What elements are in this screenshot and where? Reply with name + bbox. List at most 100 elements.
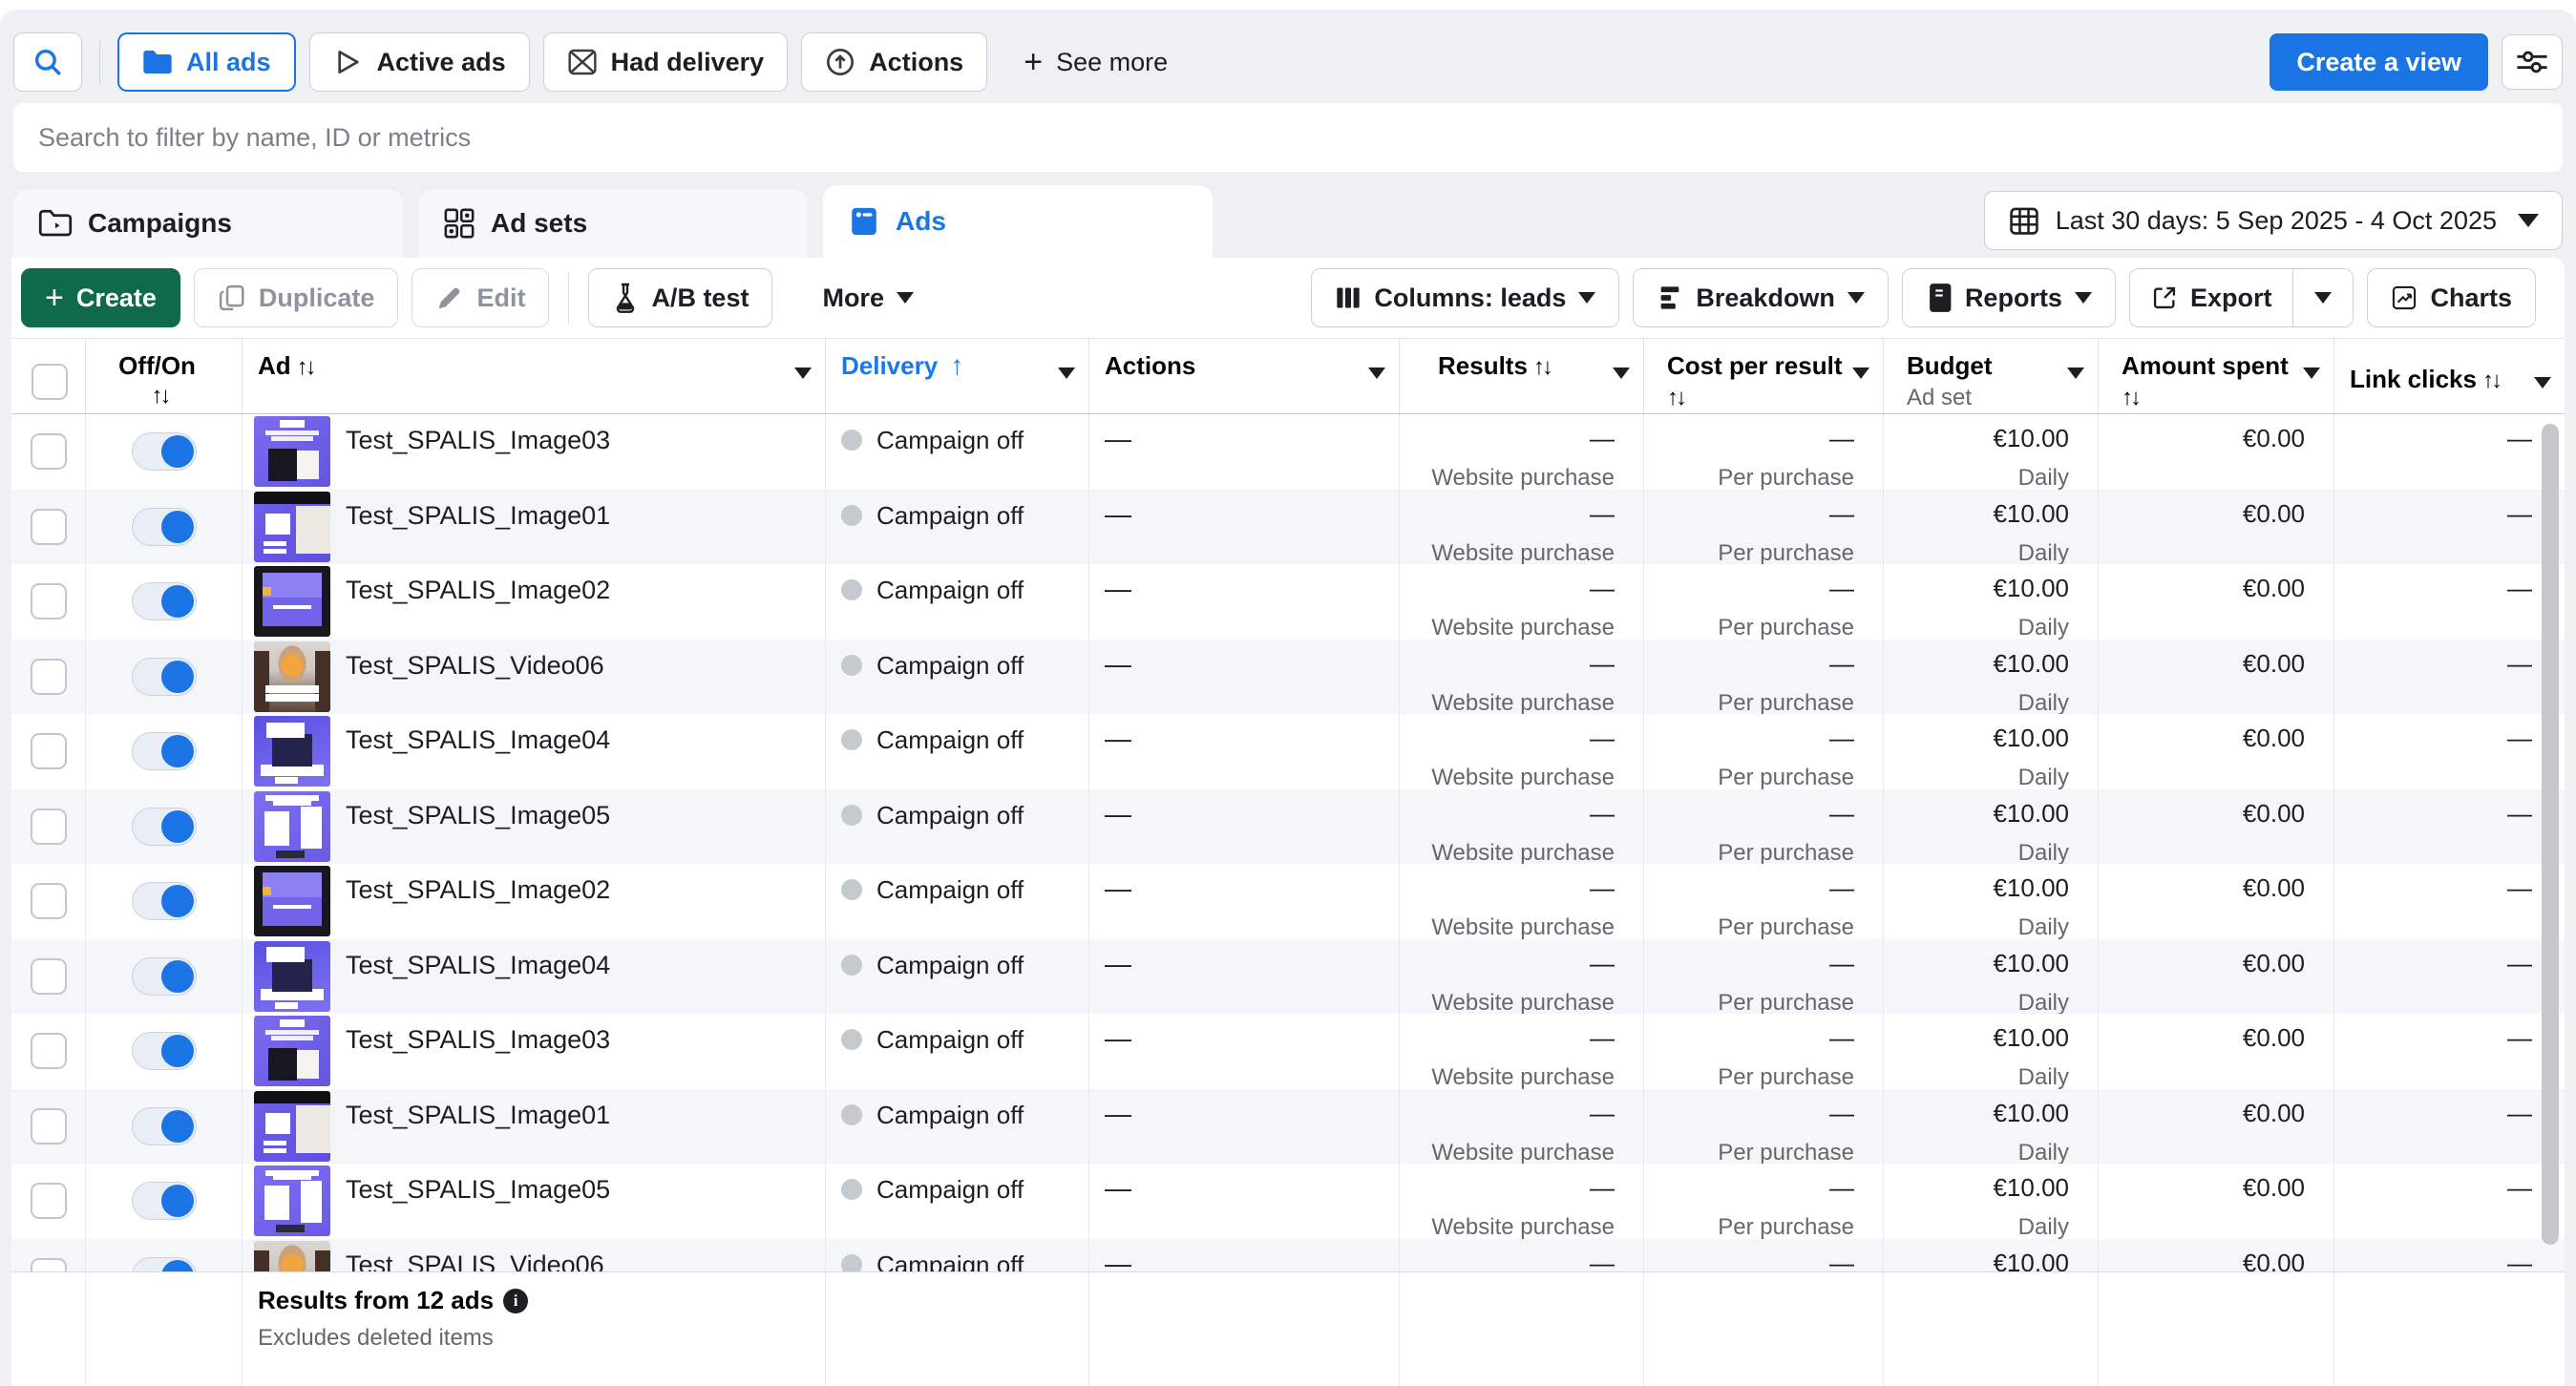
row-toggle[interactable]	[132, 1032, 197, 1070]
ad-name[interactable]: Test_SPALIS_Image04	[346, 716, 610, 755]
chevron-down-icon[interactable]	[2067, 368, 2084, 379]
row-toggle[interactable]	[132, 582, 197, 620]
row-checkbox[interactable]	[31, 1258, 67, 1271]
ad-name[interactable]: Test_SPALIS_Image05	[346, 791, 610, 830]
ad-name[interactable]: Test_SPALIS_Image03	[346, 1016, 610, 1055]
export-button[interactable]: Export	[2130, 269, 2293, 326]
sort-icon[interactable]: ↑↓	[1667, 385, 1684, 410]
chevron-down-icon[interactable]	[2303, 368, 2320, 379]
ad-name[interactable]: Test_SPALIS_Video06	[346, 1241, 604, 1272]
adjust-views-button[interactable]	[2502, 34, 2563, 90]
ad-name[interactable]: Test_SPALIS_Image01	[346, 1091, 610, 1130]
filter-had-delivery[interactable]: Had delivery	[543, 32, 789, 92]
row-toggle[interactable]	[132, 882, 197, 920]
row-checkbox[interactable]	[31, 1183, 67, 1219]
tab-ad-sets[interactable]: Ad sets	[418, 189, 808, 258]
row-checkbox[interactable]	[31, 1033, 67, 1069]
header-amount-spent[interactable]: Amount spent ↑↓	[2099, 339, 2334, 413]
sort-icon[interactable]: ↑↓	[152, 381, 169, 411]
duplicate-button[interactable]: Duplicate	[194, 268, 399, 327]
select-cell	[11, 714, 86, 789]
row-checkbox[interactable]	[31, 958, 67, 995]
filter-all-ads[interactable]: All ads	[117, 32, 296, 92]
ad-cell: Test_SPALIS_Image04	[243, 714, 826, 789]
filter-actions[interactable]: Actions	[801, 32, 987, 92]
breakdown-button[interactable]: Breakdown	[1633, 268, 1889, 327]
info-icon[interactable]: i	[503, 1289, 528, 1313]
ab-test-button[interactable]: A/B test	[588, 268, 772, 327]
header-off-on[interactable]: Off/On ↑↓	[86, 339, 243, 413]
filter-active-ads[interactable]: Active ads	[309, 32, 530, 92]
chevron-down-icon[interactable]	[2534, 377, 2551, 388]
ad-cell: Test_SPALIS_Image01	[243, 1089, 826, 1165]
row-toggle[interactable]	[132, 1182, 197, 1220]
ad-name[interactable]: Test_SPALIS_Image02	[346, 866, 610, 905]
edit-button[interactable]: Edit	[412, 268, 549, 327]
column-label: Actions	[1105, 351, 1195, 380]
sliders-icon	[2516, 48, 2548, 76]
toggle-knob	[161, 585, 194, 618]
row-checkbox[interactable]	[31, 659, 67, 695]
chevron-down-icon[interactable]	[1613, 368, 1630, 379]
row-checkbox[interactable]	[31, 583, 67, 620]
header-link-clicks[interactable]: Link clicks↑↓	[2334, 339, 2565, 413]
chevron-down-icon[interactable]	[1058, 368, 1075, 379]
search-filter-button[interactable]	[13, 32, 82, 92]
row-checkbox[interactable]	[31, 433, 67, 470]
row-checkbox[interactable]	[31, 733, 67, 769]
ad-name[interactable]: Test_SPALIS_Image03	[346, 416, 610, 455]
charts-button[interactable]: Charts	[2367, 268, 2536, 327]
sort-icon[interactable]: ↑↓	[2122, 385, 2139, 410]
sort-icon[interactable]: ↑↓	[1533, 354, 1551, 380]
header-cost-per-result[interactable]: Cost per result ↑↓	[1644, 339, 1884, 413]
chevron-down-icon[interactable]	[1368, 368, 1385, 379]
header-select-all[interactable]	[11, 339, 86, 413]
row-toggle[interactable]	[132, 1257, 197, 1271]
header-ad[interactable]: Ad↑↓	[243, 339, 826, 413]
row-toggle[interactable]	[132, 957, 197, 996]
row-checkbox[interactable]	[31, 1108, 67, 1144]
delivery-status: Campaign off	[876, 875, 1024, 905]
row-checkbox[interactable]	[31, 509, 67, 545]
chevron-down-icon[interactable]	[794, 368, 812, 379]
header-delivery[interactable]: Delivery ↑	[826, 339, 1089, 413]
sort-icon[interactable]: ↑↓	[297, 354, 314, 380]
row-checkbox[interactable]	[31, 883, 67, 919]
create-view-button[interactable]: Create a view	[2270, 33, 2488, 91]
columns-button[interactable]: Columns: leads	[1311, 268, 1619, 327]
sort-asc-icon[interactable]: ↑	[950, 350, 963, 380]
create-button[interactable]: + Create	[21, 268, 180, 327]
actions-cell: —	[1089, 640, 1400, 715]
see-more-button[interactable]: + See more	[1001, 32, 1191, 92]
tab-label: Ad sets	[491, 208, 587, 239]
cost-sublabel: Per purchase	[1718, 1064, 1854, 1089]
row-toggle[interactable]	[132, 1107, 197, 1145]
ad-name[interactable]: Test_SPALIS_Image05	[346, 1166, 610, 1205]
vertical-scrollbar[interactable]	[2542, 424, 2559, 1245]
row-toggle[interactable]	[132, 808, 197, 846]
row-toggle[interactable]	[132, 658, 197, 696]
header-results[interactable]: Results↑↓	[1400, 339, 1644, 413]
header-budget[interactable]: Budget Ad set	[1884, 339, 2099, 413]
ad-name[interactable]: Test_SPALIS_Image04	[346, 941, 610, 980]
reports-button[interactable]: Reports	[1902, 268, 2116, 327]
ad-name[interactable]: Test_SPALIS_Video06	[346, 641, 604, 681]
ads-manager-panel: All ads Active ads Had delivery Actions …	[0, 10, 2576, 1386]
ad-name[interactable]: Test_SPALIS_Image01	[346, 492, 610, 531]
row-toggle[interactable]	[132, 732, 197, 770]
row-checkbox[interactable]	[31, 808, 67, 845]
tab-ads[interactable]: Ads	[823, 185, 1213, 258]
search-input[interactable]	[13, 103, 2563, 172]
row-toggle[interactable]	[132, 432, 197, 471]
ad-name[interactable]: Test_SPALIS_Image02	[346, 566, 610, 605]
export-options-button[interactable]	[2292, 269, 2353, 326]
select-all-checkbox[interactable]	[32, 364, 68, 400]
tab-campaigns[interactable]: Campaigns	[13, 189, 403, 258]
table-row: Test_SPALIS_Video06Campaign off——Website…	[11, 640, 2565, 715]
sort-icon[interactable]: ↑↓	[2482, 368, 2500, 393]
chevron-down-icon[interactable]	[1852, 368, 1869, 379]
row-toggle[interactable]	[132, 508, 197, 546]
header-actions[interactable]: Actions	[1089, 339, 1400, 413]
date-range-button[interactable]: Last 30 days: 5 Sep 2025 - 4 Oct 2025	[1984, 191, 2563, 250]
more-button[interactable]: More	[799, 268, 937, 327]
